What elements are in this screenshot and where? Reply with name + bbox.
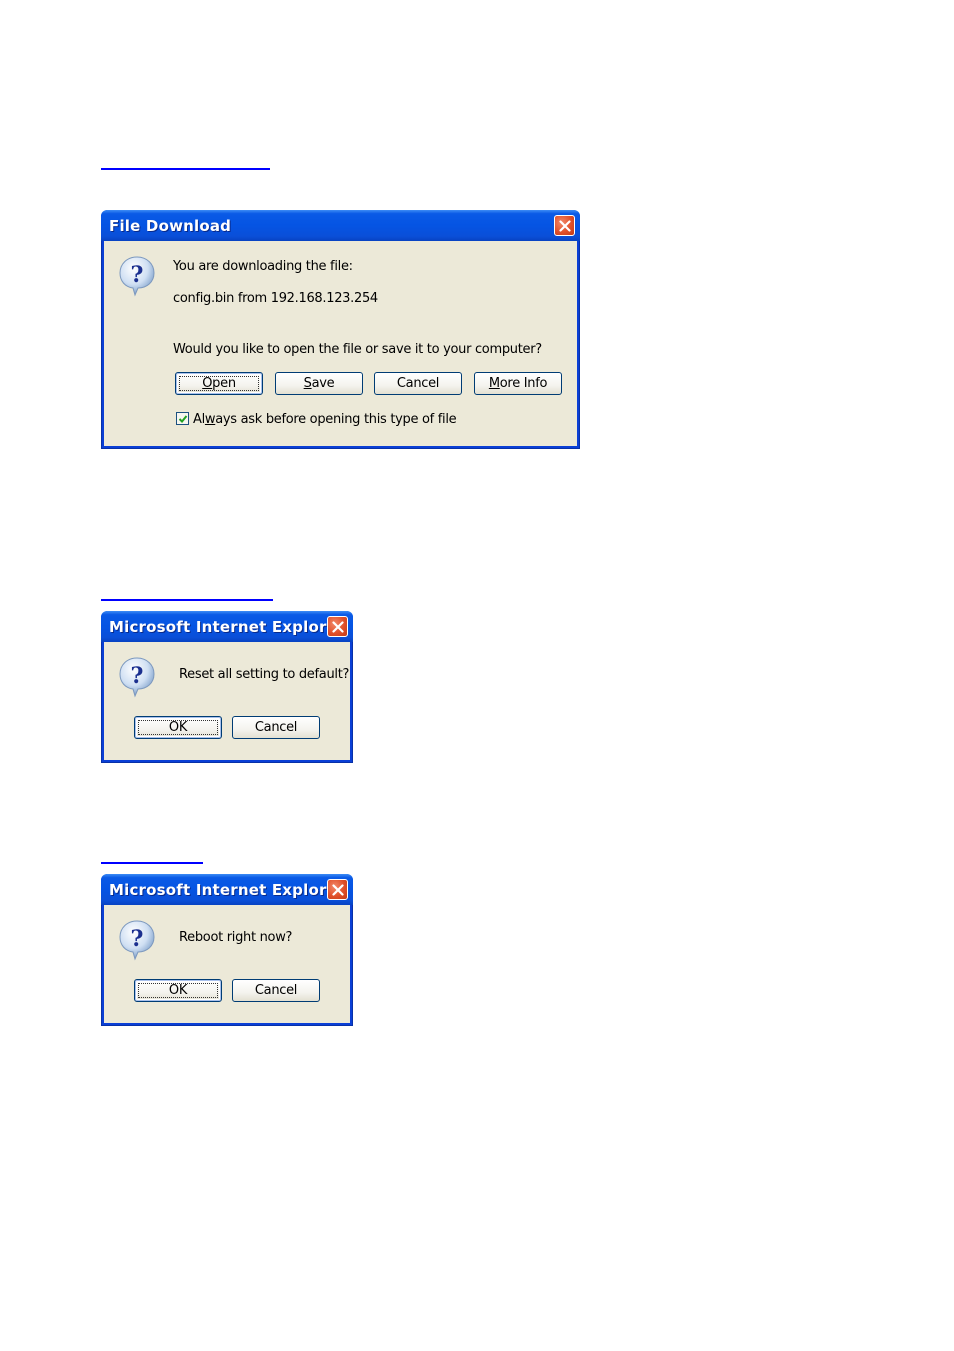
ok-button[interactable]: OK: [134, 716, 222, 739]
focus-ring: [138, 720, 218, 735]
close-icon: [331, 620, 344, 633]
open-button[interactable]: Open: [175, 372, 263, 395]
title-bar[interactable]: Microsoft Internet Explorer: [101, 611, 353, 642]
close-icon: [331, 883, 344, 896]
checkmark-icon: [178, 415, 188, 423]
dialog-body: ? Reset all setting to default? OK Cance…: [104, 642, 350, 760]
link-underline-reset[interactable]: [101, 599, 273, 601]
download-line-1: You are downloading the file:: [173, 259, 353, 274]
question-icon: ?: [119, 920, 155, 961]
reboot-confirm-dialog: Microsoft Internet Explorer ? Reboot rig…: [101, 874, 353, 1026]
dialog-message: Reboot right now?: [179, 930, 293, 945]
dialog-title: File Download: [109, 217, 232, 235]
download-question: Would you like to open the file or save …: [173, 342, 542, 357]
ok-button[interactable]: OK: [134, 979, 222, 1002]
link-underline-backup[interactable]: [101, 168, 270, 170]
cancel-button[interactable]: Cancel: [232, 979, 320, 1002]
cancel-button[interactable]: Cancel: [232, 716, 320, 739]
always-ask-label[interactable]: Always ask before opening this type of f…: [193, 412, 457, 427]
svg-text:?: ?: [131, 663, 144, 689]
link-underline-reboot[interactable]: [101, 862, 203, 864]
close-button[interactable]: [327, 879, 348, 900]
svg-text:?: ?: [131, 926, 144, 952]
file-download-dialog: File Download ? You are downloading the …: [101, 210, 580, 449]
title-bar[interactable]: File Download: [101, 210, 580, 241]
more-info-button[interactable]: More Info: [474, 372, 562, 395]
dialog-title: Microsoft Internet Explorer: [109, 618, 345, 636]
svg-text:?: ?: [131, 262, 144, 288]
download-file-source: config.bin from 192.168.123.254: [173, 291, 378, 306]
close-button[interactable]: [554, 215, 575, 236]
focus-ring: [138, 983, 218, 998]
close-icon: [558, 219, 571, 232]
question-icon: ?: [119, 256, 155, 297]
dialog-body: ? Reboot right now? OK Cancel: [104, 905, 350, 1023]
dialog-body: ? You are downloading the file: config.b…: [104, 241, 577, 446]
title-bar[interactable]: Microsoft Internet Explorer: [101, 874, 353, 905]
dialog-message: Reset all setting to default?: [179, 667, 350, 682]
always-ask-checkbox[interactable]: [176, 412, 189, 425]
dialog-title: Microsoft Internet Explorer: [109, 881, 345, 899]
close-button[interactable]: [327, 616, 348, 637]
cancel-button[interactable]: Cancel: [374, 372, 462, 395]
save-button[interactable]: Save: [275, 372, 363, 395]
focus-ring: [179, 376, 259, 391]
question-icon: ?: [119, 657, 155, 698]
reset-confirm-dialog: Microsoft Internet Explorer ? Reset all …: [101, 611, 353, 763]
